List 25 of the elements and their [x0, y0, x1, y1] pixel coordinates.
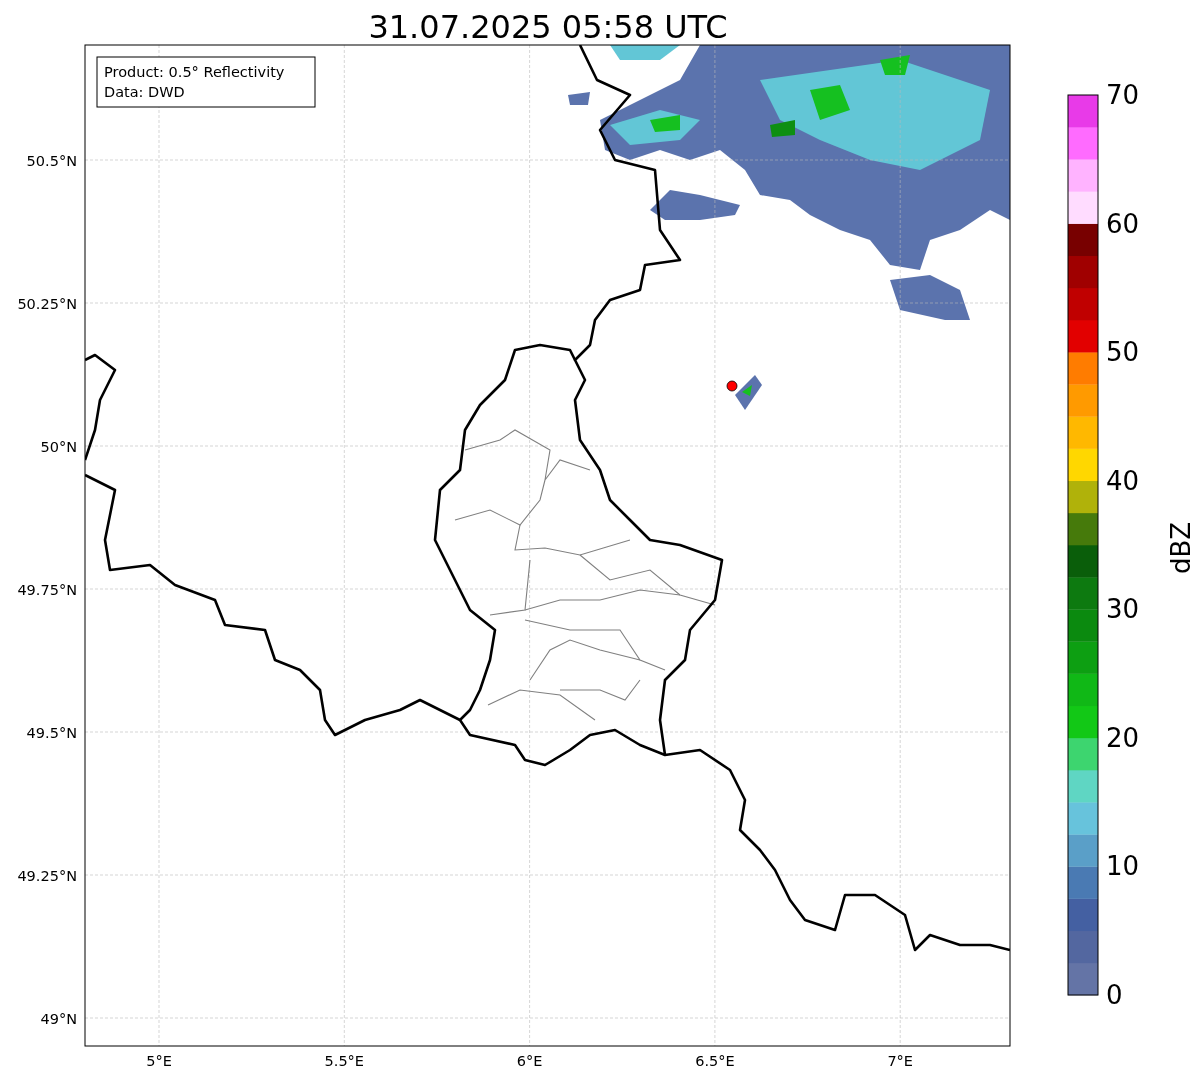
colorbar-tick-label: 70 — [1106, 80, 1140, 110]
latitude-label: 49.25°N — [17, 868, 77, 884]
chart-title: 31.07.2025 05:58 UTC — [368, 8, 728, 46]
colorbar-tick-label: 0 — [1106, 980, 1123, 1010]
latitude-label: 50.25°N — [17, 296, 77, 312]
longitude-label: 5.5°E — [324, 1053, 365, 1069]
latitude-label: 49.5°N — [26, 725, 77, 741]
latitude-label: 49.75°N — [17, 582, 77, 598]
colorbar-tick-label: 40 — [1106, 465, 1140, 496]
longitude-label: 6°E — [516, 1053, 543, 1069]
longitude-label: 7°E — [887, 1053, 913, 1069]
info-text: Product: 0.5° Reflectivity — [104, 64, 285, 80]
longitude-label: 5°E — [146, 1053, 172, 1069]
latitude-label: 50°N — [40, 439, 77, 455]
colorbar-tick-label: 20 — [1106, 722, 1140, 753]
info-text: Data: DWD — [104, 84, 185, 100]
latitude-label: 49°N — [40, 1011, 77, 1027]
longitude-label: 6.5°E — [695, 1053, 735, 1069]
latitude-label: 50.5°N — [26, 153, 77, 169]
colorbar-label: dBZ — [1166, 521, 1196, 575]
location-marker — [726, 380, 738, 392]
colorbar-tick-label: 10 — [1106, 851, 1140, 882]
colorbar-tick-label: 50 — [1106, 337, 1140, 368]
colorbar-tick-label: 60 — [1106, 208, 1140, 239]
colorbar-tick-label: 30 — [1106, 594, 1140, 625]
